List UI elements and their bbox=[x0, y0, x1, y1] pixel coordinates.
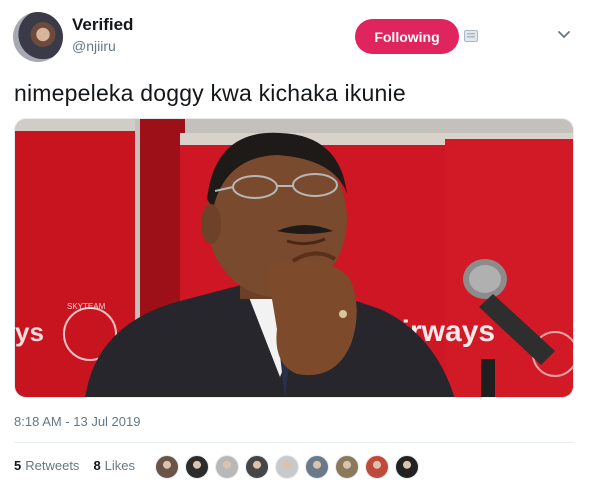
liker-avatar-6[interactable] bbox=[305, 455, 329, 479]
tweet-header: Verified @njiiru Following bbox=[0, 0, 592, 70]
liker-avatar-8[interactable] bbox=[365, 455, 389, 479]
retweets-stat[interactable]: 5 Retweets bbox=[14, 458, 79, 473]
chevron-down-icon[interactable] bbox=[557, 30, 571, 40]
block-icon[interactable] bbox=[464, 30, 478, 42]
likes-stat[interactable]: 8 Likes bbox=[93, 458, 135, 473]
photo-illustration: Airways ys SKYTEAM bbox=[15, 119, 573, 397]
divider bbox=[14, 442, 574, 443]
liker-avatar-9[interactable] bbox=[395, 455, 419, 479]
skyteam-text: SKYTEAM bbox=[67, 302, 106, 311]
likes-count: 8 bbox=[93, 458, 101, 473]
likers-list bbox=[155, 455, 419, 479]
user-avatar[interactable] bbox=[13, 12, 63, 62]
liker-avatar-3[interactable] bbox=[215, 455, 239, 479]
liker-avatar-1[interactable] bbox=[155, 455, 179, 479]
liker-avatar-2[interactable] bbox=[185, 455, 209, 479]
tweet-text: nimepeleka doggy kwa kichaka ikunie bbox=[14, 80, 406, 106]
likes-label: Likes bbox=[104, 458, 136, 473]
tweet-timestamp[interactable]: 8:18 AM - 13 Jul 2019 bbox=[14, 414, 140, 429]
svg-text:ys: ys bbox=[15, 317, 44, 347]
following-button[interactable]: Following bbox=[355, 19, 459, 54]
liker-avatar-7[interactable] bbox=[335, 455, 359, 479]
user-name[interactable]: Verified bbox=[72, 15, 133, 35]
user-handle[interactable]: @njiiru bbox=[72, 38, 116, 54]
retweets-count: 5 bbox=[14, 458, 22, 473]
liker-avatar-4[interactable] bbox=[245, 455, 269, 479]
retweets-label: Retweets bbox=[25, 458, 80, 473]
tweet-photo[interactable]: Airways ys SKYTEAM bbox=[14, 118, 574, 398]
tweet-stats: 5 Retweets 8 Likes bbox=[14, 458, 145, 473]
liker-avatar-5[interactable] bbox=[275, 455, 299, 479]
